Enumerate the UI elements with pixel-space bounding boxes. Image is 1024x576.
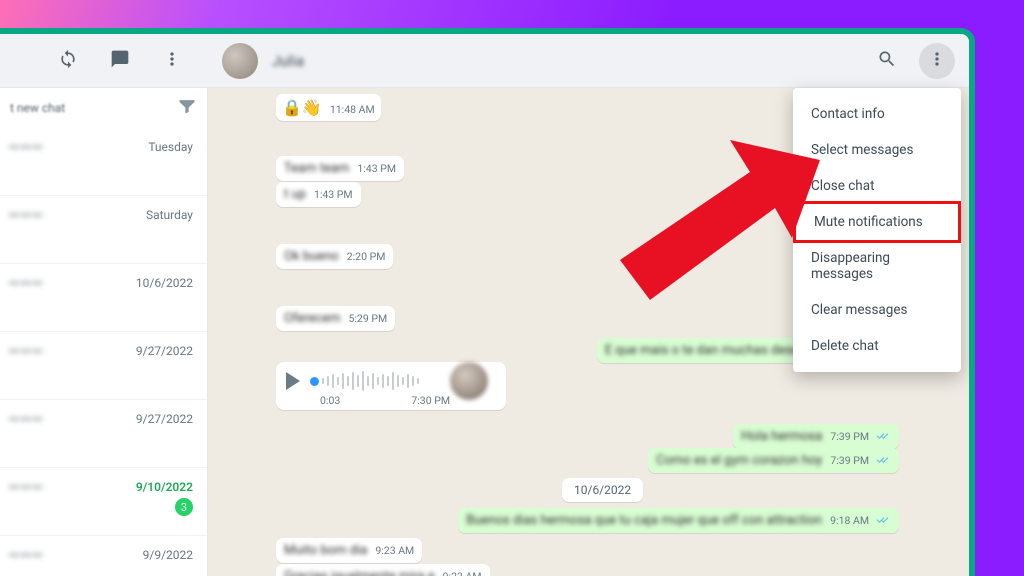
chat-list-item[interactable]: ———9/10/20223 <box>0 468 207 536</box>
chat-item-date: Saturday <box>146 208 193 222</box>
menu-item-disappearing-messages[interactable]: Disappearing messages <box>793 240 961 292</box>
date-separator: 10/6/2022 <box>562 478 643 502</box>
unread-badge: 3 <box>175 498 193 516</box>
voice-message[interactable]: 0:03 7:30 PM <box>276 362 506 410</box>
chat-list-item[interactable]: ———9/27/2022 <box>0 400 207 468</box>
chat-header: Julia <box>208 34 969 88</box>
chat-list-item[interactable]: ———10/6/2022 <box>0 264 207 332</box>
read-ticks-icon <box>877 515 891 525</box>
message-in[interactable]: Muito bom dia 9:23 AM <box>276 538 422 563</box>
message-out[interactable]: Como es el gym corazon hoy 7:39 PM <box>648 448 899 473</box>
chat-list-item[interactable]: ———9/9/2022 <box>0 536 207 576</box>
menu-item-delete-chat[interactable]: Delete chat <box>793 328 961 364</box>
message-in[interactable]: Gracias igualmente mira e 9:23 AM <box>276 564 490 576</box>
chat-list-item[interactable]: ———Tuesday <box>0 128 207 196</box>
message-in[interactable]: t up 1:43 PM <box>276 182 361 207</box>
message-out[interactable]: Buenos dias hermosa que tu caja mujer qu… <box>458 508 899 533</box>
voice-avatar <box>450 362 488 400</box>
search-row[interactable]: t new chat <box>0 88 207 128</box>
search-placeholder: t new chat <box>10 101 177 115</box>
refresh-icon[interactable] <box>50 43 86 79</box>
chat-item-date: 9/9/2022 <box>143 548 193 562</box>
chat-item-date: 9/27/2022 <box>136 412 193 426</box>
menu-item-select-messages[interactable]: Select messages <box>793 132 961 168</box>
chat-item-date: Tuesday <box>148 140 193 154</box>
voice-waveform[interactable] <box>310 369 440 393</box>
chat-list-item[interactable]: ———9/27/2022 <box>0 332 207 400</box>
play-icon[interactable] <box>286 372 300 390</box>
read-ticks-icon <box>877 455 891 465</box>
message-in[interactable]: Ok bueno 2:20 PM <box>276 244 393 269</box>
chat-list[interactable]: ———Tuesday———Saturday———10/6/2022———9/27… <box>0 128 207 576</box>
menu-item-mute-notifications[interactable]: Mute notifications <box>793 201 961 243</box>
menu-item-clear-messages[interactable]: Clear messages <box>793 292 961 328</box>
contact-avatar[interactable] <box>222 43 258 79</box>
menu-item-contact-info[interactable]: Contact info <box>793 96 961 132</box>
message-out[interactable]: Hola hermosa 7:39 PM <box>733 424 899 449</box>
search-icon[interactable] <box>869 43 905 79</box>
chat-item-date: 10/6/2022 <box>136 276 193 290</box>
sidebar-menu-icon[interactable] <box>154 43 190 79</box>
context-menu[interactable]: Contact infoSelect messagesClose chatMut… <box>793 88 961 372</box>
menu-item-close-chat[interactable]: Close chat <box>793 168 961 204</box>
contact-name[interactable]: Julia <box>272 52 304 70</box>
sidebar: t new chat ———Tuesday———Saturday———10/6/… <box>0 88 208 576</box>
chat-list-item[interactable]: ———Saturday <box>0 196 207 264</box>
message-in[interactable]: 🔒👋 11:48 AM <box>276 94 381 121</box>
app-window: Julia t new chat ———Tuesday———Saturday——… <box>0 28 975 576</box>
filter-icon[interactable] <box>177 96 197 120</box>
chat-item-date: 9/10/2022 <box>136 480 193 494</box>
sidebar-header <box>0 34 208 88</box>
message-in[interactable]: Team team 1:43 PM <box>276 156 404 181</box>
chat-item-date: 9/27/2022 <box>136 344 193 358</box>
message-in[interactable]: Oferecem 5:29 PM <box>276 306 395 331</box>
read-ticks-icon <box>877 431 891 441</box>
new-chat-icon[interactable] <box>102 43 138 79</box>
chat-menu-icon[interactable] <box>919 43 955 79</box>
